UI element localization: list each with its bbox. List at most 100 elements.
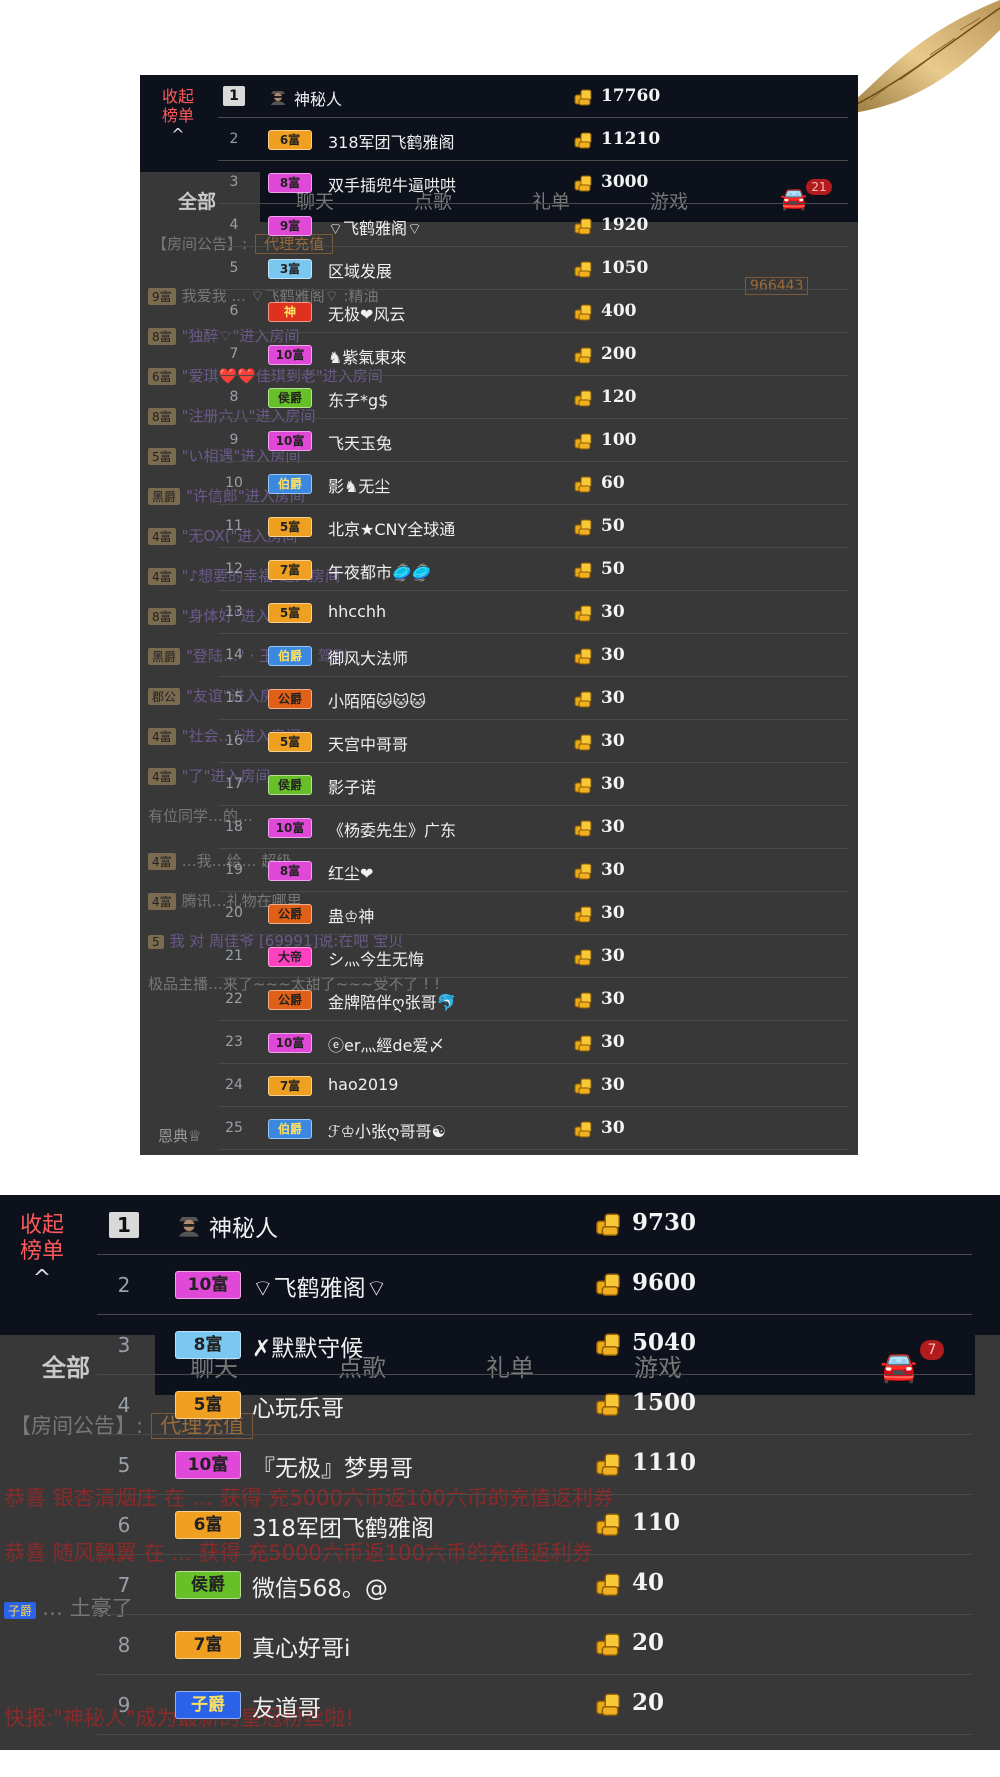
username[interactable]: 318军团飞鹤雅阁	[328, 129, 455, 153]
ranking-row[interactable]: 19 8富 红尘❤ 30	[218, 849, 848, 892]
chat-badge: 4富	[148, 768, 176, 785]
username[interactable]: ℱ♔小张ღ哥哥☯	[328, 1118, 446, 1142]
username[interactable]: 小陌陌🐱🐱🐱	[328, 688, 426, 712]
gold-coin-icon	[573, 1033, 593, 1053]
ranking-row[interactable]: 16 5富 天宫中哥哥 30	[218, 720, 848, 763]
username[interactable]: ♞紫氣東來	[328, 344, 406, 368]
username[interactable]: 微信568。@	[252, 1569, 388, 1603]
username[interactable]: 神秘人	[209, 1209, 278, 1243]
ranking-row[interactable]: 7 10富 ♞紫氣東來 200	[218, 333, 848, 376]
gold-coin-icon	[594, 1690, 622, 1718]
username[interactable]: 影子诺	[328, 774, 376, 798]
username[interactable]: 飞天玉兔	[328, 430, 392, 454]
username[interactable]: 心玩乐哥	[252, 1389, 344, 1423]
tab-all[interactable]: 全部	[42, 1348, 90, 1383]
level-badge: 6富	[268, 130, 312, 150]
ranking-row[interactable]: 9 子爵 友道哥 20	[97, 1675, 972, 1735]
username[interactable]: 蛊♔神	[328, 903, 374, 927]
username[interactable]: hao2019	[328, 1075, 398, 1094]
username[interactable]: 《杨委先生》广东	[328, 817, 456, 841]
ranking-panel-large: 全部 聊天 点歌 礼单 游戏 🚘 7 【房间公告】: 代理充值 恭喜 银杏清烟庄 …	[0, 1195, 1000, 1750]
contribution-score: 20	[632, 1629, 665, 1656]
username[interactable]: 天宫中哥哥	[328, 731, 408, 755]
username[interactable]: ✗默默守候	[252, 1329, 363, 1363]
rank-number: 21	[225, 948, 243, 964]
ranking-row[interactable]: 24 7富 hao2019 30	[218, 1064, 848, 1107]
gold-coin-icon	[573, 904, 593, 924]
rank-number: 5	[229, 260, 239, 276]
ranking-row[interactable]: 3 8富 ✗默默守候 5040	[97, 1315, 972, 1375]
username[interactable]: hhcchh	[328, 602, 386, 621]
username[interactable]: 红尘❤	[328, 860, 373, 884]
username[interactable]: 午夜都市🥏🥏	[328, 559, 432, 583]
contribution-score: 30	[601, 645, 625, 665]
ranking-row[interactable]: 11 5富 北京★CNY全球通 50	[218, 505, 848, 548]
gold-coin-icon	[573, 990, 593, 1010]
chat-badge: 4富	[148, 893, 176, 910]
username[interactable]: 区域发展	[328, 258, 392, 282]
ranking-row[interactable]: 25 伯爵 ℱ♔小张ღ哥哥☯ 30	[218, 1107, 848, 1150]
ranking-row[interactable]: 10 伯爵 影♞无尘 60	[218, 462, 848, 505]
ranking-row[interactable]: 1 神秘人 17760	[218, 75, 848, 118]
username[interactable]: 东子*g$	[328, 387, 388, 411]
username[interactable]: 影♞无尘	[328, 473, 390, 497]
ranking-row[interactable]: 7 侯爵 微信568。@ 40	[97, 1555, 972, 1615]
collapse-ranking-toggle[interactable]: 收起 榜单 ^	[12, 1213, 72, 1292]
contribution-score: 110	[632, 1509, 681, 1536]
gold-coin-icon	[573, 259, 593, 279]
ranking-row[interactable]: 4 9富 ⌔飞鹤雅阁⌔ 1920	[218, 204, 848, 247]
username[interactable]: ⌔飞鹤雅阁⌔	[252, 1269, 387, 1303]
username[interactable]: ⌔飞鹤雅阁⌔	[328, 215, 422, 239]
ranking-row[interactable]: 20 公爵 蛊♔神 30	[218, 892, 848, 935]
ranking-row[interactable]: 15 公爵 小陌陌🐱🐱🐱 30	[218, 677, 848, 720]
ranking-row[interactable]: 13 5富 hhcchh 30	[218, 591, 848, 634]
ranking-row[interactable]: 9 10富 飞天玉兔 100	[218, 419, 848, 462]
chat-badge: 4富	[148, 853, 176, 870]
collapse-ranking-toggle[interactable]: 收起 榜单 ^	[158, 87, 198, 145]
username[interactable]: ⓔer灬經de爱〆	[328, 1032, 444, 1056]
ranking-row[interactable]: 14 伯爵 御风大法师 30	[218, 634, 848, 677]
username[interactable]: 无极❤风云	[328, 301, 405, 325]
username[interactable]: 318军团飞鹤雅阁	[252, 1509, 434, 1543]
username[interactable]: 双手插兜牛逼哄哄	[328, 172, 456, 196]
username[interactable]: 北京★CNY全球通	[328, 516, 455, 540]
level-badge: 7富	[268, 1076, 312, 1096]
ranking-row[interactable]: 17 侯爵 影子诺 30	[218, 763, 848, 806]
ranking-row[interactable]: 5 10富 『无极』梦男哥 1110	[97, 1435, 972, 1495]
username[interactable]: シ灬今生无悔	[328, 946, 424, 970]
ranking-row[interactable]: 21 大帝 シ灬今生无悔 30	[218, 935, 848, 978]
username[interactable]: 『无极』梦男哥	[252, 1449, 413, 1483]
contribution-score: 100	[601, 430, 637, 450]
ranking-row[interactable]: 8 7富 真心好哥i 20	[97, 1615, 972, 1675]
ranking-row[interactable]: 23 10富 ⓔer灬經de爱〆 30	[218, 1021, 848, 1064]
ranking-row[interactable]: 8 侯爵 东子*g$ 120	[218, 376, 848, 419]
contribution-score: 30	[601, 817, 625, 837]
username[interactable]: 友道哥	[252, 1689, 321, 1723]
ranking-row[interactable]: 22 公爵 金牌陪伴ღ张哥🐬 30	[218, 978, 848, 1021]
username[interactable]: 神秘人	[294, 86, 342, 110]
ranking-row[interactable]: 2 6富 318军团飞鹤雅阁 11210	[218, 118, 848, 161]
ranking-row[interactable]: 2 10富 ⌔飞鹤雅阁⌔ 9600	[97, 1255, 972, 1315]
ranking-row[interactable]: 18 10富 《杨委先生》广东 30	[218, 806, 848, 849]
level-badge: 5富	[175, 1391, 241, 1419]
ranking-row[interactable]: 3 8富 双手插兜牛逼哄哄 3000	[218, 161, 848, 204]
contribution-score: 30	[601, 1075, 625, 1095]
level-badge: 10富	[268, 1033, 312, 1053]
rank-number: 10	[225, 475, 243, 491]
chat-badge: 6富	[148, 368, 176, 385]
username[interactable]: 御风大法师	[328, 645, 408, 669]
ranking-row[interactable]: 5 3富 区域发展 1050	[218, 247, 848, 290]
ranking-row[interactable]: 6 神无极❤风云 400	[218, 290, 848, 333]
ranking-row[interactable]: 4 5富 心玩乐哥 1500	[97, 1375, 972, 1435]
level-badge: 5富	[268, 517, 312, 537]
contribution-score: 200	[601, 344, 637, 364]
ranking-row[interactable]: 6 6富 318军团飞鹤雅阁 110	[97, 1495, 972, 1555]
ranking-row[interactable]: 1 神秘人 9730	[97, 1195, 972, 1255]
level-badge: 8富	[268, 173, 312, 193]
level-badge: 伯爵	[268, 646, 312, 666]
username[interactable]: 金牌陪伴ღ张哥🐬	[328, 989, 457, 1013]
username[interactable]: 真心好哥i	[252, 1629, 350, 1663]
ranking-row[interactable]: 12 7富 午夜都市🥏🥏 50	[218, 548, 848, 591]
tab-all[interactable]: 全部	[178, 187, 216, 214]
gold-coin-icon	[573, 216, 593, 236]
